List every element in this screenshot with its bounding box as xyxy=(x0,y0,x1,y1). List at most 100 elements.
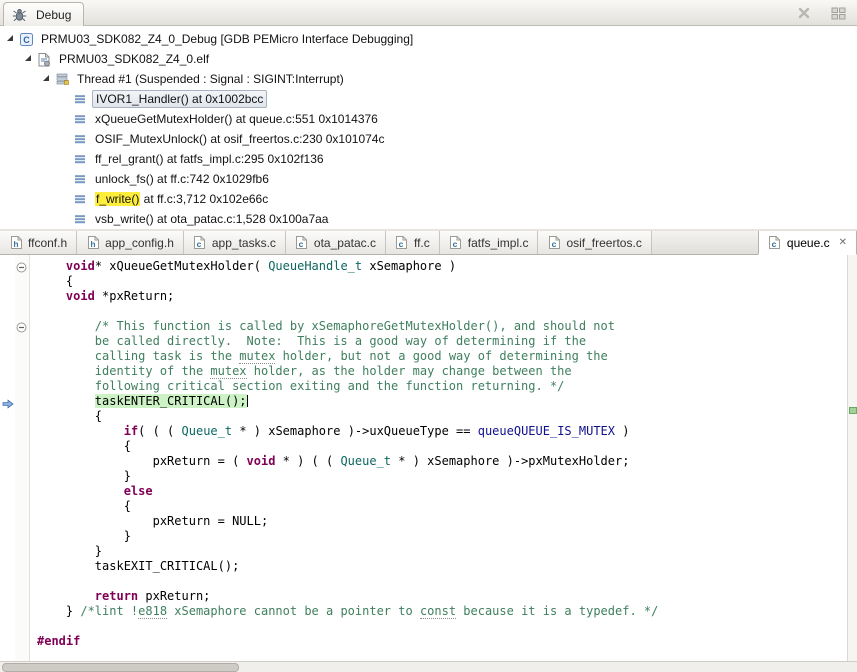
tab-label: app_config.h xyxy=(105,235,174,250)
code-line[interactable]: #endif xyxy=(37,634,847,649)
debug-tree-item[interactable]: Thread #1 (Suspended : Signal : SIGINT:I… xyxy=(0,69,857,89)
code-line[interactable]: identity of the mutex holder, as the hol… xyxy=(37,364,847,379)
editor-tab[interactable]: c osif_freertos.c xyxy=(538,231,652,254)
debug-tree-item[interactable]: IVOR1_Handler() at 0x1002bcc xyxy=(0,89,857,109)
debug-view-tab-label: Debug xyxy=(36,7,72,22)
expand-arrow-icon[interactable] xyxy=(22,52,36,66)
frame-icon xyxy=(72,91,88,107)
tab-label: ffconf.h xyxy=(28,235,68,250)
code-line[interactable]: void* xQueueGetMutexHolder( QueueHandle_… xyxy=(37,259,847,274)
tree-item-label: f_write() at ff.c:3,712 0x102e66c xyxy=(95,192,269,206)
debug-tree-item[interactable]: unlock_fs() at ff.c:742 0x1029fb6 xyxy=(0,169,857,189)
debug-tree-item[interactable]: ff_rel_grant() at fatfs_impl.c:295 0x102… xyxy=(0,149,857,169)
code-line[interactable] xyxy=(37,619,847,634)
marker-gutter[interactable] xyxy=(0,255,15,662)
c-file-icon: c xyxy=(768,235,782,251)
text-cursor xyxy=(246,395,248,407)
code-line[interactable]: { xyxy=(37,409,847,424)
debug-tree-item[interactable]: OSIF_MutexUnlock() at osif_freertos.c:23… xyxy=(0,129,857,149)
code-line[interactable]: pxReturn = NULL; xyxy=(37,514,847,529)
expand-arrow-icon[interactable] xyxy=(40,72,54,86)
svg-text:c: c xyxy=(197,239,202,249)
tree-item-label: ff_rel_grant() at fatfs_impl.c:295 0x102… xyxy=(95,152,324,166)
expand-arrow-icon[interactable] xyxy=(4,32,18,46)
svg-text:c: c xyxy=(772,239,777,249)
editor-tab-bar: h ffconf.h h app_config.h c app_tasks.c c ota_p… xyxy=(0,231,857,255)
fold-collapse-icon[interactable] xyxy=(16,320,27,333)
svg-text:c: c xyxy=(299,239,304,249)
editor-tab[interactable]: h app_config.h xyxy=(77,231,184,254)
editor-tab[interactable]: c fatfs_impl.c xyxy=(439,231,539,254)
instruction-pointer-icon xyxy=(2,396,14,409)
editor-body: void* xQueueGetMutexHolder( QueueHandle_… xyxy=(0,255,857,662)
expand-spacer xyxy=(58,92,72,106)
code-line[interactable]: taskEXIT_CRITICAL(); xyxy=(37,559,847,574)
occurrence-highlight: f_write() xyxy=(95,192,141,206)
horizontal-scrollbar[interactable] xyxy=(0,661,857,672)
view-layout-icon[interactable] xyxy=(829,5,847,21)
overview-current-line-mark xyxy=(849,407,857,414)
close-icon[interactable]: ✕ xyxy=(839,237,847,248)
tab-label: queue.c xyxy=(786,235,830,250)
expand-spacer xyxy=(58,172,72,186)
editor-tab[interactable]: c app_tasks.c xyxy=(183,231,286,254)
debug-tree[interactable]: C PRMU03_SDK082_Z4_0_Debug [GDB PEMicro I… xyxy=(0,26,857,229)
c-file-icon: c xyxy=(547,235,561,251)
code-line[interactable]: { xyxy=(37,439,847,454)
debug-tree-item[interactable]: PRMU03_SDK082_Z4_0.elf xyxy=(0,49,857,69)
code-line[interactable]: { xyxy=(37,274,847,289)
debug-tree-item[interactable]: xQueueGetMutexHolder() at queue.c:551 0x… xyxy=(0,109,857,129)
code-line[interactable]: return pxReturn; xyxy=(37,589,847,604)
code-line[interactable]: } xyxy=(37,544,847,559)
code-line[interactable]: void *pxReturn; xyxy=(37,289,847,304)
debug-tree-item[interactable]: C PRMU03_SDK082_Z4_0_Debug [GDB PEMicro I… xyxy=(0,29,857,49)
code-line[interactable]: calling task is the mutex holder, but no… xyxy=(37,349,847,364)
code-line[interactable]: } xyxy=(37,529,847,544)
code-line[interactable]: following critical section exiting and t… xyxy=(37,379,847,394)
code-line[interactable]: /* This function is called by xSemaphore… xyxy=(37,319,847,334)
tab-label: ota_patac.c xyxy=(313,235,376,250)
fold-column[interactable] xyxy=(15,255,30,662)
code-line[interactable]: if( ( ( Queue_t * ) xSemaphore )->uxQueu… xyxy=(37,424,847,439)
debug-tree-item[interactable]: vsb_write() at ota_patac.c:1,528 0x100a7… xyxy=(0,209,857,229)
launch-icon: C xyxy=(18,31,34,47)
frame-icon xyxy=(72,171,88,187)
svg-text:h: h xyxy=(13,239,18,249)
tree-item-label: Thread #1 (Suspended : Signal : SIGINT:I… xyxy=(77,72,344,86)
overview-ruler[interactable] xyxy=(847,255,857,662)
code-line[interactable]: } /*lint !e818 xSemaphore cannot be a po… xyxy=(37,604,847,619)
h-file-icon: h xyxy=(9,235,23,251)
expand-spacer xyxy=(58,212,72,226)
code-line[interactable]: { xyxy=(37,499,847,514)
tab-label: app_tasks.c xyxy=(211,235,276,250)
code-line[interactable]: else xyxy=(37,484,847,499)
tree-item-label: IVOR1_Handler() at 0x1002bcc xyxy=(92,90,268,108)
code-line[interactable]: taskENTER_CRITICAL(); xyxy=(37,394,847,409)
bug-icon xyxy=(11,7,27,23)
editor-tab[interactable]: c ota_patac.c xyxy=(285,231,386,254)
code-line[interactable]: be called directly. Note: This is a good… xyxy=(37,334,847,349)
remove-all-terminated-icon[interactable] xyxy=(795,5,813,21)
thread-icon xyxy=(54,71,70,87)
tree-item-label: PRMU03_SDK082_Z4_0_Debug [GDB PEMicro In… xyxy=(41,32,414,46)
elf-icon xyxy=(36,51,52,67)
editor-tab[interactable]: c ff.c xyxy=(385,231,440,254)
fold-collapse-icon[interactable] xyxy=(16,260,27,273)
svg-text:h: h xyxy=(90,239,95,249)
editor-tab[interactable]: h ffconf.h xyxy=(0,231,78,254)
debug-view-tab[interactable]: Debug xyxy=(3,2,85,26)
code-line[interactable] xyxy=(37,304,847,319)
code-lines[interactable]: void* xQueueGetMutexHolder( QueueHandle_… xyxy=(30,255,847,662)
svg-text:c: c xyxy=(453,239,458,249)
frame-icon xyxy=(72,151,88,167)
code-line[interactable]: } xyxy=(37,469,847,484)
code-line[interactable] xyxy=(37,574,847,589)
tree-item-label: PRMU03_SDK082_Z4_0.elf xyxy=(59,52,210,66)
debug-tree-item[interactable]: f_write() at ff.c:3,712 0x102e66c xyxy=(0,189,857,209)
code-line[interactable]: pxReturn = ( void * ) ( ( Queue_t * ) xS… xyxy=(37,454,847,469)
expand-spacer xyxy=(58,192,72,206)
scrollbar-thumb[interactable] xyxy=(2,663,239,672)
expand-spacer xyxy=(58,132,72,146)
tree-item-label: OSIF_MutexUnlock() at osif_freertos.c:23… xyxy=(95,132,385,146)
editor-tab[interactable]: c queue.c ✕ xyxy=(757,231,857,255)
